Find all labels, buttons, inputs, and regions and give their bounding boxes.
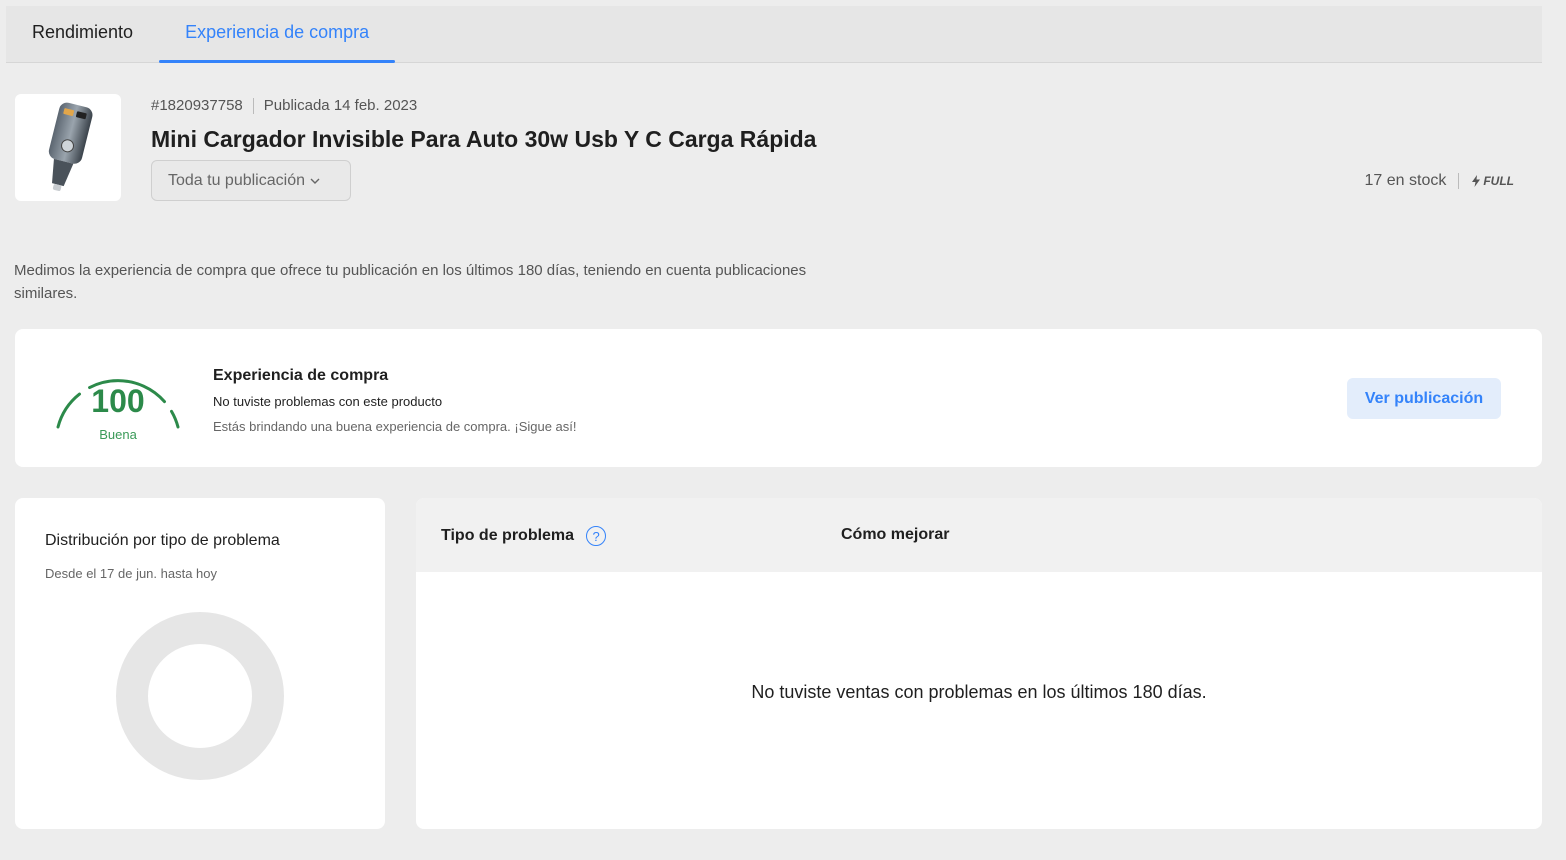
experience-note: Estás brindando una buena experiencia de… <box>213 419 577 434</box>
lightning-icon <box>1472 175 1481 187</box>
table-header: Tipo de problema ? Cómo mejorar <box>416 498 1542 572</box>
chevron-down-icon <box>310 178 320 184</box>
column-problem-type-label: Tipo de problema <box>441 527 575 544</box>
score-rating: Buena <box>99 427 137 442</box>
published-date: Publicada 14 feb. 2023 <box>263 97 418 114</box>
donut-empty-ring <box>116 612 284 780</box>
product-id: #1820937758 <box>151 97 243 114</box>
score-value: 100 <box>91 383 145 419</box>
product-title: Mini Cargador Invisible Para Auto 30w Us… <box>151 126 817 152</box>
stock-info: 17 en stock FULL <box>1365 172 1514 190</box>
score-gauge: 100 Buena <box>53 357 183 447</box>
car-charger-image <box>48 102 93 191</box>
problems-table: Tipo de problema ? Cómo mejorar No tuvis… <box>416 498 1542 829</box>
publication-filter-dropdown[interactable]: Toda tu publicación <box>151 160 351 201</box>
distribution-subtitle: Desde el 17 de jun. hasta hoy <box>45 566 218 581</box>
full-badge: FULL <box>1471 174 1514 188</box>
filter-label: Toda tu publicación <box>168 171 305 189</box>
experience-subtitle: No tuviste problemas con este producto <box>213 394 443 409</box>
tab-experiencia-de-compra[interactable]: Experiencia de compra <box>159 6 396 63</box>
distribution-donut-chart <box>116 612 284 780</box>
column-problem-type: Tipo de problema ? <box>441 526 607 546</box>
product-meta: #1820937758 Publicada 14 feb. 2023 <box>151 97 417 114</box>
stock-count: 17 en stock <box>1364 172 1447 189</box>
column-how-to-improve: Cómo mejorar <box>841 526 950 543</box>
full-label: FULL <box>1483 174 1514 188</box>
distribution-title: Distribución por tipo de problema <box>45 532 280 549</box>
page: Rendimiento Experiencia de compra #18209… <box>0 0 1566 860</box>
tab-bar: Rendimiento Experiencia de compra <box>6 6 1542 63</box>
experience-title: Experiencia de compra <box>213 367 389 384</box>
view-publication-button[interactable]: Ver publicación <box>1347 378 1501 419</box>
product-thumbnail[interactable] <box>15 94 121 201</box>
distribution-card: Distribución por tipo de problema Desde … <box>15 498 385 829</box>
experience-card: 100 Buena Experiencia de compra No tuvis… <box>15 329 1542 467</box>
divider <box>1458 173 1460 189</box>
help-icon[interactable]: ? <box>586 526 607 546</box>
tab-rendimiento[interactable]: Rendimiento <box>6 6 159 62</box>
divider <box>252 97 254 114</box>
empty-state-message: No tuviste ventas con problemas en los ú… <box>751 682 1207 702</box>
description-text: Medimos la experiencia de compra que ofr… <box>14 262 807 302</box>
